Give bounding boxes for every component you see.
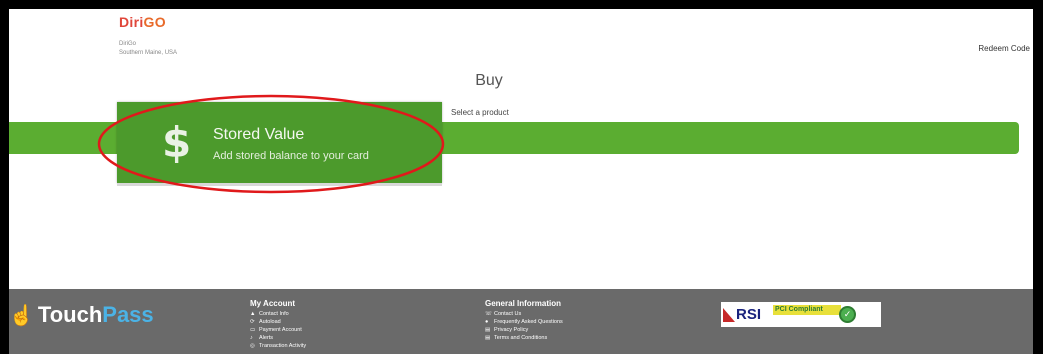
logo-text: Diri (119, 14, 144, 30)
phone-icon: ☏ (485, 311, 492, 317)
logo-go: GO (143, 14, 166, 30)
document-icon: ▤ (485, 335, 491, 341)
dirigo-logo[interactable]: DiriGO (119, 14, 166, 30)
autoload-icon: ⟳ (250, 319, 255, 325)
rsi-text: RSI (736, 306, 762, 323)
general-information-heading: General Information (485, 299, 562, 308)
rsi-logo: RSI (721, 305, 769, 324)
footer-link-contact-us[interactable]: ☏ Contact Us (485, 310, 563, 318)
brand-touch: Touch (37, 302, 103, 327)
footer-link-payment-account[interactable]: ▭ Payment Account (250, 326, 306, 334)
touchpass-logo[interactable]: ☝ TouchPass (9, 302, 154, 328)
link-label: Alerts (259, 335, 274, 341)
dollar-icon: $ (162, 118, 192, 167)
rsi-pci-badge: RSI PCI Compliant ✓ (721, 302, 881, 327)
product-subtitle: Add stored balance to your card (213, 150, 369, 162)
footer-link-contact-info[interactable]: ▲ Contact Info (250, 310, 306, 318)
pci-compliant-label: PCI Compliant (773, 305, 841, 315)
document-icon: ▤ (485, 327, 491, 333)
link-label: Autoload (259, 319, 281, 325)
stored-value-card[interactable]: $ Stored Value Add stored balance to you… (117, 102, 442, 186)
footer-link-alerts[interactable]: ♪ Alerts (250, 334, 306, 342)
link-label: Transaction Activity (259, 343, 307, 349)
footer-link-terms[interactable]: ▤ Terms and Conditions (485, 334, 563, 342)
footer-link-privacy-policy[interactable]: ▤ Privacy Policy (485, 326, 563, 334)
footer-link-faq[interactable]: ● Frequently Asked Questions (485, 318, 563, 326)
app-frame: DiriGO DiriGo Southern Maine, USA Redeem… (9, 9, 1033, 354)
page-title: Buy (475, 72, 503, 89)
footer: ☝ TouchPass My Account ▲ Contact Info ⟳ Aut… (9, 289, 1033, 354)
footer-link-transaction-activity[interactable]: ◎ Transaction Activity (250, 342, 306, 350)
question-icon: ● (485, 319, 489, 325)
product-title: Stored Value (213, 126, 305, 143)
link-label: Contact Us (494, 311, 522, 317)
org-location: Southern Maine, USA (119, 50, 178, 56)
org-name: DiriGo (119, 41, 137, 47)
link-label: Frequently Asked Questions (494, 319, 563, 325)
link-label: Terms and Conditions (494, 335, 548, 341)
link-label: Contact Info (259, 311, 289, 317)
link-label: Privacy Policy (494, 327, 529, 333)
user-icon: ▲ (250, 311, 256, 317)
my-account-section: My Account ▲ Contact Info ⟳ Autoload ▭ Paym… (250, 299, 306, 350)
footer-link-autoload[interactable]: ⟳ Autoload (250, 318, 306, 326)
select-product-label: Select a product (451, 108, 509, 117)
brand-pass: Pass (102, 302, 154, 327)
hand-pointer-icon: ☝ (9, 305, 34, 327)
general-information-section: General Information ☏ Contact Us ● Frequen… (485, 299, 563, 342)
check-shield-icon: ✓ (839, 306, 856, 323)
organization-info: DiriGo Southern Maine, USA (119, 40, 177, 58)
bell-icon: ♪ (250, 335, 253, 341)
redeem-code-link[interactable]: Redeem Code (978, 44, 1030, 53)
activity-icon: ◎ (250, 343, 255, 349)
link-label: Payment Account (259, 327, 302, 333)
card-icon: ▭ (250, 327, 256, 333)
rsi-triangle-icon (723, 308, 735, 322)
my-account-heading: My Account (250, 299, 296, 308)
